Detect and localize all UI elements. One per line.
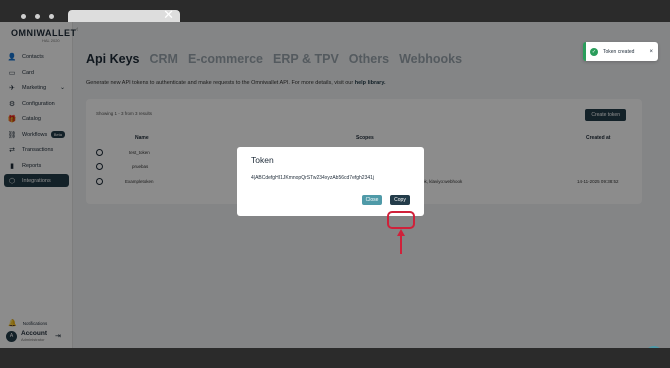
toast-notification: ✓ Token created × bbox=[583, 42, 658, 61]
close-button[interactable]: Close bbox=[362, 195, 382, 205]
tab-close-icon[interactable]: ✕ bbox=[163, 8, 174, 22]
toast-close-icon[interactable]: × bbox=[649, 49, 653, 55]
window-dot bbox=[49, 14, 54, 19]
check-circle-icon: ✓ bbox=[590, 47, 598, 56]
copy-button[interactable]: Copy bbox=[390, 195, 410, 205]
browser-bottom-bar bbox=[0, 348, 670, 368]
window-dot bbox=[35, 14, 40, 19]
toast-message: Token created bbox=[603, 48, 635, 55]
token-modal: Token 4|ABCdefgHI1JKmnopQrSTw234xyzAb56c… bbox=[237, 147, 424, 216]
arrow-shaft bbox=[400, 234, 402, 254]
window-dot bbox=[21, 14, 26, 19]
modal-title: Token bbox=[251, 155, 274, 165]
highlight-ring bbox=[387, 211, 415, 229]
token-value: 4|ABCdefgHI1JKmnopQrSTw234xyzAb56cd7efgh… bbox=[251, 175, 375, 181]
browser-top-bar: ✕ bbox=[0, 0, 670, 23]
